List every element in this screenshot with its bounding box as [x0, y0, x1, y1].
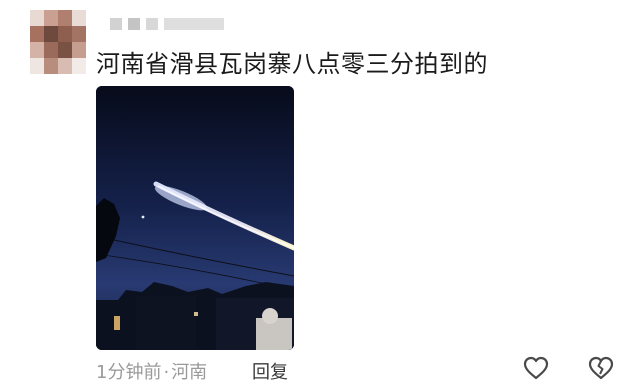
comment-text: 河南省滑县瓦岗寨八点零三分拍到的 [96, 50, 488, 78]
comment-meta: 1分钟前 · 河南 [96, 358, 207, 384]
comment-photo[interactable] [96, 86, 294, 350]
meta-separator: · [163, 362, 170, 383]
username-obscured[interactable] [110, 18, 224, 30]
comment-time: 1分钟前 [96, 362, 162, 383]
broken-heart-icon[interactable] [587, 354, 615, 382]
heart-outline-icon[interactable] [522, 354, 550, 382]
reply-button[interactable]: 回复 [252, 358, 288, 384]
avatar[interactable] [30, 10, 86, 74]
comment-location: 河南 [171, 362, 208, 383]
